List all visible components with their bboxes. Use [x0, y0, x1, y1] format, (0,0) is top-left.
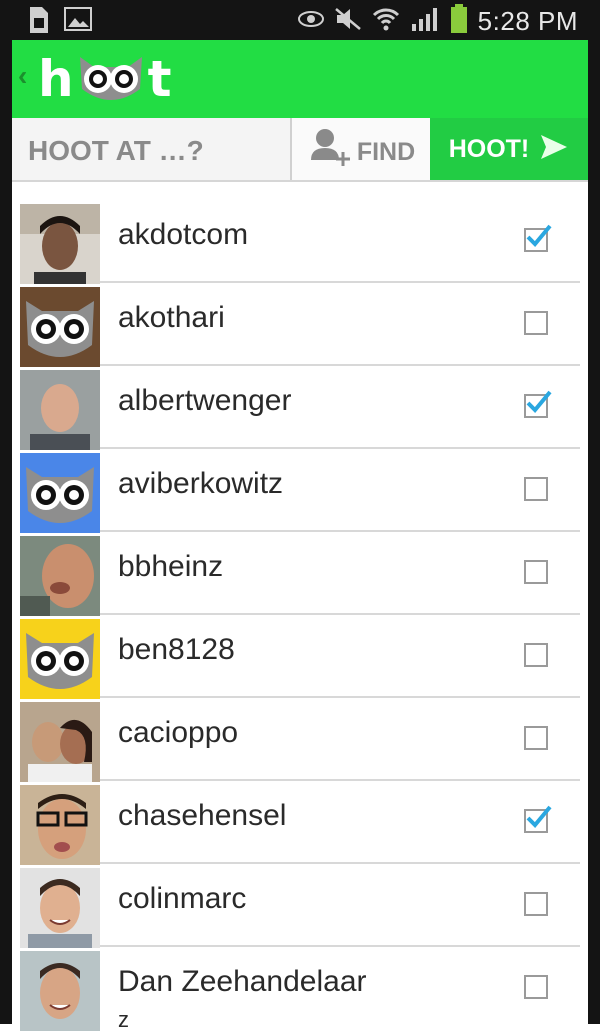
list-item[interactable]: aviberkowitz	[12, 449, 588, 533]
select-checkbox[interactable]	[524, 477, 548, 501]
status-bar: 5:28 PM	[12, 0, 588, 40]
avatar	[20, 951, 100, 1031]
battery-icon	[450, 4, 468, 39]
find-label: FIND	[356, 137, 416, 166]
hoot-button[interactable]: HOOT!	[430, 118, 588, 180]
app-bar: ‹ h t	[12, 40, 588, 118]
mute-icon	[334, 7, 362, 36]
username: akdotcom	[118, 218, 249, 251]
hoot-at-label[interactable]: HOOT AT …?	[28, 135, 204, 167]
action-row: HOOT AT …? FIND HOOT!	[12, 118, 588, 182]
list-item[interactable]: ben8128	[12, 615, 588, 699]
select-checkbox[interactable]	[524, 560, 548, 584]
logo-letter-t: t	[147, 50, 172, 108]
username: aviberkowitz	[118, 467, 284, 500]
select-checkbox[interactable]	[524, 975, 548, 999]
avatar	[20, 287, 100, 367]
hoot-label: HOOT!	[448, 134, 530, 163]
list-item[interactable]: Dan Zeehandelaar z	[12, 947, 588, 1032]
logo-letter-h: h	[38, 50, 74, 108]
avatar	[20, 619, 100, 699]
list-item[interactable]: akdotcom	[12, 200, 588, 284]
device-frame-right	[588, 0, 600, 1024]
avatar	[20, 370, 100, 450]
select-checkbox[interactable]	[524, 311, 548, 335]
status-right-icons: 5:28 PM	[297, 4, 578, 39]
list-item[interactable]: akothari	[12, 283, 588, 367]
avatar	[20, 204, 100, 284]
send-icon	[539, 133, 569, 166]
list-item[interactable]: colinmarc	[12, 864, 588, 948]
username: albertwenger	[118, 384, 292, 417]
select-checkbox[interactable]	[524, 643, 548, 667]
add-user-icon	[309, 126, 351, 173]
avatar	[20, 702, 100, 782]
find-button[interactable]: FIND	[290, 118, 432, 180]
device-frame-left	[0, 0, 12, 1024]
status-left-icons	[26, 6, 92, 39]
user-list: akdotcom akothari albertwenger aviberkow…	[12, 200, 588, 1032]
select-checkbox[interactable]	[524, 390, 552, 418]
username: ben8128	[118, 633, 235, 666]
select-checkbox[interactable]	[524, 805, 552, 833]
username: bbheinz	[118, 550, 224, 583]
username: Dan Zeehandelaar	[118, 965, 367, 998]
select-checkbox[interactable]	[524, 224, 552, 252]
select-checkbox[interactable]	[524, 892, 548, 916]
username: chasehensel	[118, 799, 287, 832]
image-icon	[64, 6, 92, 39]
select-checkbox[interactable]	[524, 726, 548, 750]
eye-icon	[297, 10, 324, 33]
list-item[interactable]: chasehensel	[12, 781, 588, 865]
username: colinmarc	[118, 882, 247, 915]
sim-card-icon	[26, 6, 50, 39]
avatar	[20, 785, 100, 865]
avatar	[20, 868, 100, 948]
username: cacioppo	[118, 716, 239, 749]
avatar	[20, 536, 100, 616]
list-item[interactable]: bbheinz	[12, 532, 588, 616]
back-chevron-icon[interactable]: ‹	[18, 60, 27, 92]
signal-icon	[410, 6, 440, 37]
status-time: 5:28 PM	[477, 6, 578, 36]
username-subtitle: z	[118, 1007, 129, 1032]
username: akothari	[118, 301, 225, 334]
list-item[interactable]: cacioppo	[12, 698, 588, 782]
list-item[interactable]: albertwenger	[12, 366, 588, 450]
app-logo[interactable]: h t	[38, 46, 172, 112]
wifi-icon	[372, 6, 400, 37]
owl-eyes-icon	[76, 49, 146, 110]
avatar	[20, 453, 100, 533]
